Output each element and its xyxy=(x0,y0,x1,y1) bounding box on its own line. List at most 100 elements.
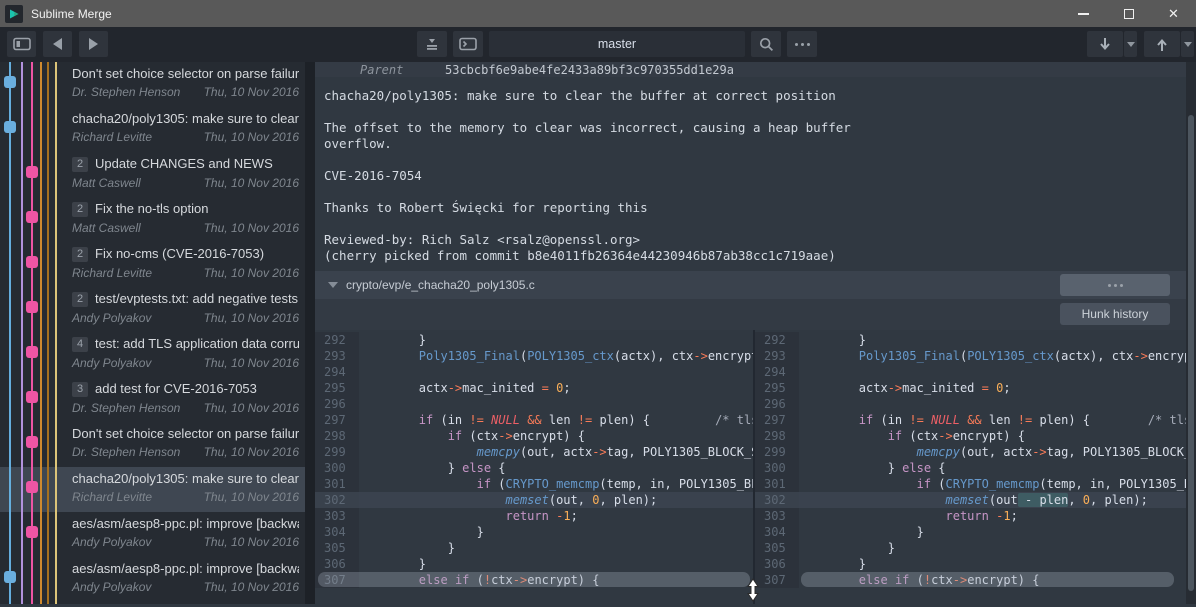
close-button[interactable]: ✕ xyxy=(1151,0,1196,27)
hunk-toolbar: Hunk history xyxy=(315,299,1186,330)
diff-line: 303 return -1; xyxy=(315,508,753,524)
toolbar-more-button[interactable] xyxy=(787,31,817,57)
commit-author: Andy Polyakov xyxy=(72,311,151,325)
commit-log-button[interactable] xyxy=(417,31,447,57)
code-text: memcpy(out, actx->tag, POLY1305_BLOCK_S xyxy=(359,444,753,460)
line-number: 296 xyxy=(315,396,359,412)
commit-author: Andy Polyakov xyxy=(72,580,151,594)
search-button[interactable] xyxy=(751,31,781,57)
vertical-scrollbar-handle[interactable] xyxy=(1188,115,1194,591)
commit-entry[interactable]: Don't set choice selector on parse failu… xyxy=(0,422,305,467)
diff-line: 296 xyxy=(755,396,1186,412)
commit-entry[interactable]: Don't set choice selector on parse failu… xyxy=(0,62,305,107)
commit-title: 3add test for CVE-2016-7053 xyxy=(72,381,299,397)
commit-count-badge: 2 xyxy=(72,292,88,307)
commit-entry[interactable]: 3add test for CVE-2016-7053 Dr. Stephen H… xyxy=(0,377,305,422)
line-number: 296 xyxy=(755,396,799,412)
push-button[interactable] xyxy=(1144,31,1180,57)
commit-entry[interactable]: 2Fix the no-tls optionMatt CaswellThu, 1… xyxy=(0,197,305,242)
parent-hash[interactable]: 53cbcbf6e9abe4fe2433a89bf3c970355dd1e29a xyxy=(445,63,734,77)
code-text: if (ctx->encrypt) { xyxy=(799,428,1025,444)
terminal-button[interactable] xyxy=(453,31,483,57)
code-text: } xyxy=(359,524,484,540)
diff-line: 297 if (in != NULL && len != plen) { /* … xyxy=(755,412,1186,428)
forward-icon xyxy=(89,38,98,50)
diff-left-pane: 292 }293 Poly1305_Final(POLY1305_ctx(act… xyxy=(315,330,753,604)
commit-author: Andy Polyakov xyxy=(72,535,151,549)
layout-icon xyxy=(13,37,31,51)
code-text xyxy=(799,396,801,412)
push-dropdown-button[interactable] xyxy=(1181,31,1194,57)
minimize-button[interactable] xyxy=(1061,0,1106,27)
commit-entry[interactable]: aes/asm/aesp8-ppc.pl: improve [backward]… xyxy=(0,512,305,557)
line-number: 304 xyxy=(315,524,359,540)
code-text: } xyxy=(799,556,866,572)
line-number: 302 xyxy=(315,492,359,508)
diff-line: 298 if (ctx->encrypt) { xyxy=(755,428,1186,444)
commit-entry[interactable]: chacha20/poly1305: make sure to clear th… xyxy=(0,467,305,512)
commit-entry[interactable]: 2Update CHANGES and NEWSMatt CaswellThu,… xyxy=(0,152,305,197)
line-number: 301 xyxy=(315,476,359,492)
commit-count-badge: 2 xyxy=(72,157,88,172)
diff-line: 302 memset(out, 0, plen); xyxy=(315,492,753,508)
titlebar: Sublime Merge ✕ xyxy=(0,0,1196,27)
code-text: } else { xyxy=(359,460,506,476)
hunk-history-button[interactable]: Hunk history xyxy=(1060,303,1170,325)
code-text: if (ctx->encrypt) { xyxy=(359,428,585,444)
chevron-down-icon xyxy=(1127,42,1135,47)
commit-entry[interactable]: 2test/evptests.txt: add negative tests f… xyxy=(0,287,305,332)
back-button[interactable] xyxy=(43,31,72,57)
code-text: actx->mac_inited = 0; xyxy=(799,380,1011,396)
diff-line: 304 } xyxy=(315,524,753,540)
diff-line: 299 memcpy(out, actx->tag, POLY1305_BLOC… xyxy=(755,444,1186,460)
commit-entry[interactable]: 2Fix no-cms (CVE-2016-7053)Richard Levit… xyxy=(0,242,305,287)
sublime-merge-logo-icon xyxy=(5,5,23,23)
sidebar-scrollbar-track[interactable] xyxy=(305,62,315,604)
diff-line: 299 memcpy(out, actx->tag, POLY1305_BLOC… xyxy=(315,444,753,460)
code-text: return -1; xyxy=(799,508,1018,524)
commit-author: Richard Levitte xyxy=(72,130,152,144)
diff-line: 297 if (in != NULL && len != plen) { /* … xyxy=(315,412,753,428)
line-number: 293 xyxy=(315,348,359,364)
commit-title: 2Update CHANGES and NEWS xyxy=(72,156,299,172)
chevron-down-icon xyxy=(1184,42,1192,47)
diff-line: 298 if (ctx->encrypt) { xyxy=(315,428,753,444)
commit-parent-row: Parent 53cbcbf6e9abe4fe2433a89bf3c970355… xyxy=(315,62,1186,77)
close-icon: ✕ xyxy=(1168,7,1179,20)
maximize-icon xyxy=(1124,9,1134,19)
commit-list-panel: Don't set choice selector on parse failu… xyxy=(0,62,305,604)
vertical-scrollbar-track[interactable] xyxy=(1186,62,1196,604)
code-text: actx->mac_inited = 0; xyxy=(359,380,571,396)
line-number: 304 xyxy=(755,524,799,540)
push-arrow-up-icon xyxy=(1156,37,1168,52)
diff-line: 294 xyxy=(315,364,753,380)
commit-count-badge: 3 xyxy=(72,382,88,397)
branch-field[interactable] xyxy=(489,31,745,57)
commit-entry[interactable]: 4test: add TLS application data corrupti… xyxy=(0,332,305,377)
horizontal-scrollbar[interactable] xyxy=(801,572,1174,587)
line-number: 303 xyxy=(755,508,799,524)
commit-entry[interactable]: chacha20/poly1305: make sure to clear th… xyxy=(0,107,305,152)
line-number: 299 xyxy=(315,444,359,460)
line-number: 300 xyxy=(315,460,359,476)
pull-dropdown-button[interactable] xyxy=(1124,31,1137,57)
file-header[interactable]: crypto/evp/e_chacha20_poly1305.c xyxy=(315,271,1186,299)
pull-button[interactable] xyxy=(1087,31,1123,57)
sidebar-toggle-button[interactable] xyxy=(7,31,36,57)
horizontal-scrollbar[interactable] xyxy=(318,572,750,587)
resize-cursor xyxy=(746,578,760,607)
line-number: 294 xyxy=(755,364,799,380)
line-number: 297 xyxy=(755,412,799,428)
commit-date: Thu, 10 Nov 2016 xyxy=(204,221,299,235)
forward-button[interactable] xyxy=(79,31,108,57)
line-number: 306 xyxy=(755,556,799,572)
commit-entry[interactable]: aes/asm/aesp8-ppc.pl: improve [backward]… xyxy=(0,557,305,602)
code-text: } else { xyxy=(799,460,946,476)
file-more-button[interactable] xyxy=(1060,274,1170,296)
code-text: Poly1305_Final(POLY1305_ctx(actx), ctx->… xyxy=(799,348,1186,364)
diff-right-pane: 292 }293 Poly1305_Final(POLY1305_ctx(act… xyxy=(755,330,1186,604)
commit-author: Dr. Stephen Henson xyxy=(72,401,180,415)
back-icon xyxy=(53,38,62,50)
maximize-button[interactable] xyxy=(1106,0,1151,27)
diff-line: 306 } xyxy=(755,556,1186,572)
